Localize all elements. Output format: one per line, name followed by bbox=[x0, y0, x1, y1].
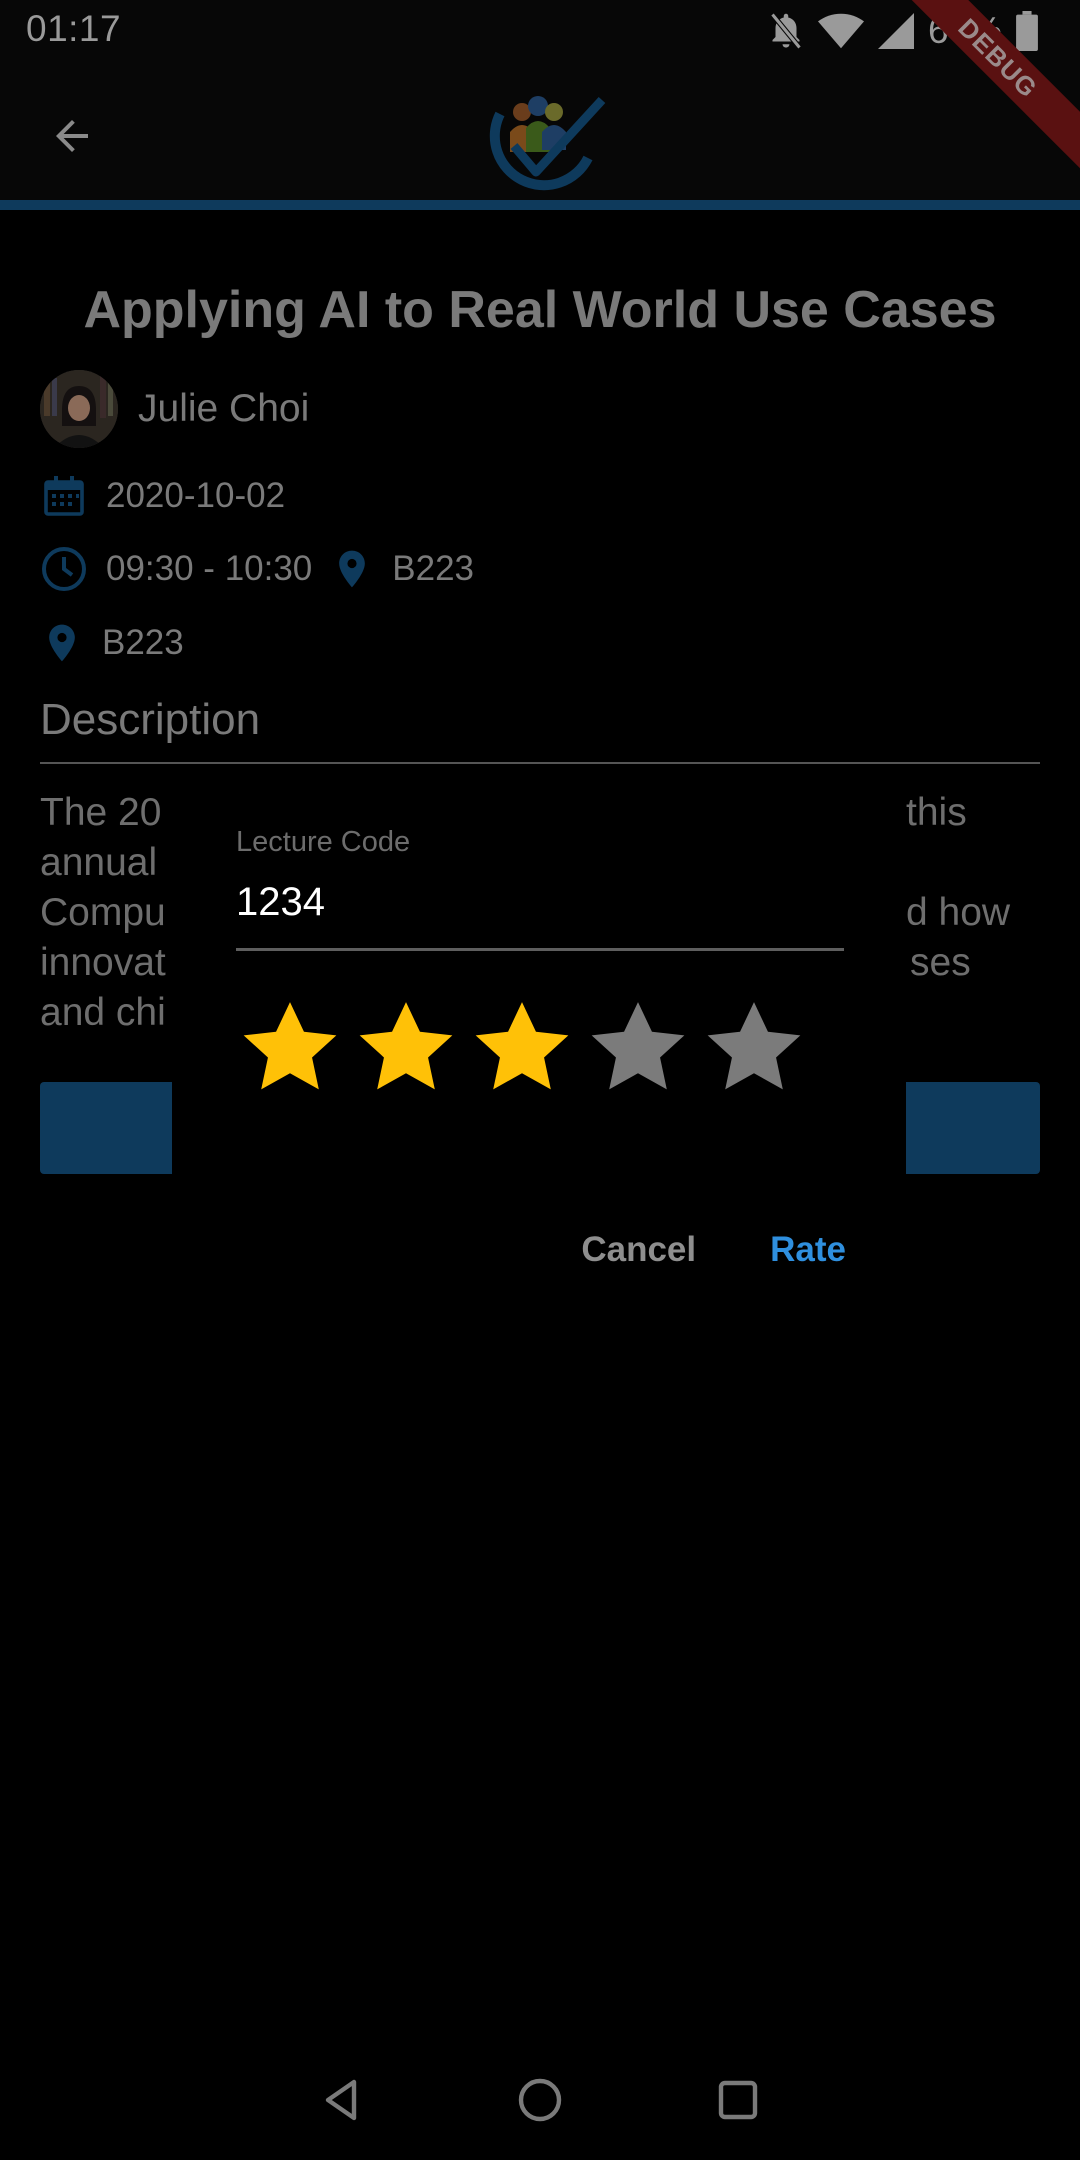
star-empty-icon[interactable] bbox=[584, 994, 692, 1102]
arrow-back-icon bbox=[56, 120, 88, 152]
app-bar-divider bbox=[0, 200, 1080, 210]
description-heading: Description bbox=[40, 695, 261, 744]
star-filled-icon[interactable] bbox=[236, 994, 344, 1102]
cancel-button[interactable]: Cancel bbox=[581, 1230, 696, 1270]
lecture-time: 09:30 - 10:30 bbox=[106, 549, 313, 588]
location-pin-icon bbox=[49, 624, 75, 662]
speaker-name: Julie Choi bbox=[138, 387, 310, 430]
debug-banner: DEBUG bbox=[910, 0, 1080, 170]
recents-nav-icon[interactable] bbox=[714, 2076, 762, 2124]
avatar-photo bbox=[40, 370, 118, 448]
lecture-title: Applying AI to Real World Use Cases bbox=[83, 281, 997, 339]
lecture-code-input[interactable]: 1234 bbox=[236, 880, 325, 925]
lecture-room-inline: B223 bbox=[392, 549, 475, 588]
rate-button[interactable]: Rate bbox=[770, 1230, 846, 1270]
speaker-row[interactable]: Julie Choi bbox=[40, 370, 309, 448]
lecture-code-label: Lecture Code bbox=[236, 826, 411, 858]
debug-label: DEBUG bbox=[910, 0, 1080, 170]
star-filled-icon[interactable] bbox=[352, 994, 460, 1102]
location-pin-icon bbox=[339, 550, 366, 588]
calendar-icon bbox=[44, 476, 84, 516]
dialog-actions: Cancel Rate bbox=[581, 1230, 846, 1270]
lecture-date: 2020-10-02 bbox=[106, 476, 286, 515]
system-nav-bar bbox=[0, 2040, 1080, 2160]
star-rating[interactable] bbox=[236, 994, 808, 1102]
time-row: 09:30 - 10:30 B223 bbox=[40, 544, 474, 594]
app-logo-icon bbox=[489, 96, 606, 191]
star-empty-icon[interactable] bbox=[700, 994, 808, 1102]
signal-icon bbox=[877, 13, 914, 49]
clock-icon bbox=[42, 547, 86, 591]
wifi-icon bbox=[817, 13, 864, 49]
description-divider bbox=[40, 762, 1040, 764]
notifications-off-icon bbox=[770, 12, 802, 50]
avatar bbox=[40, 370, 118, 448]
lecture-room: B223 bbox=[102, 623, 184, 662]
home-nav-icon[interactable] bbox=[516, 2076, 564, 2124]
star-filled-icon[interactable] bbox=[468, 994, 576, 1102]
back-button[interactable] bbox=[36, 100, 108, 172]
rate-dialog: Lecture Code 1234 Cancel Rate bbox=[172, 768, 906, 1310]
status-time: 01:17 bbox=[26, 8, 122, 49]
date-row: 2020-10-02 bbox=[40, 472, 285, 520]
lecture-code-underline bbox=[236, 948, 844, 951]
back-nav-icon[interactable] bbox=[318, 2076, 366, 2124]
location-row: B223 bbox=[40, 618, 184, 668]
